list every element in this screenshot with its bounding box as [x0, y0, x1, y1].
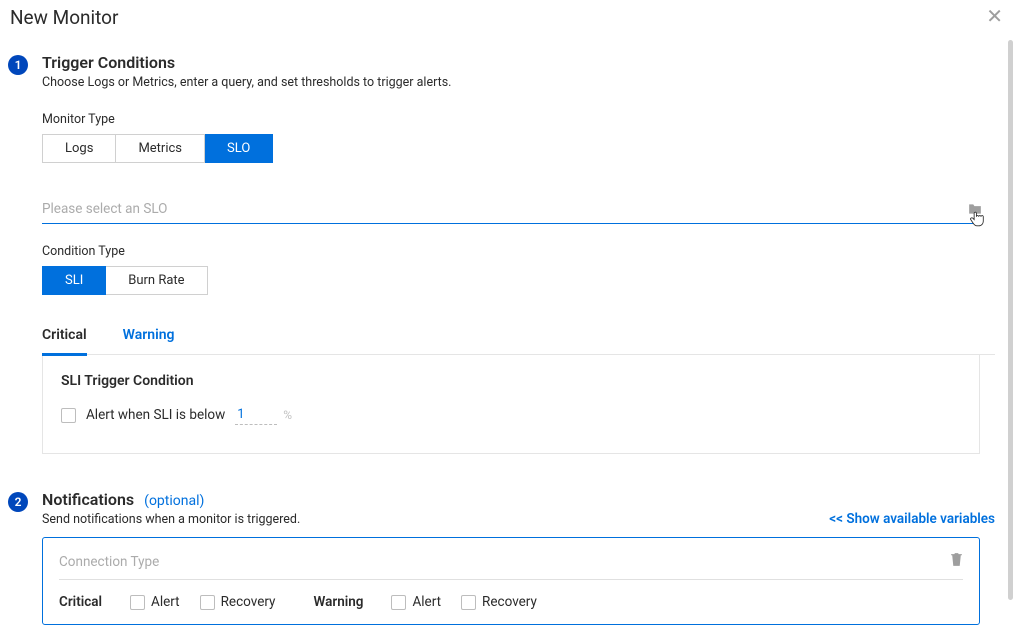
close-icon[interactable]: ✕ [986, 4, 1003, 28]
trash-icon[interactable] [950, 552, 963, 571]
notification-box: Connection Type Critical Alert Recovery … [42, 537, 980, 625]
section-notifications: 2 Notifications (optional) Send notifica… [0, 454, 1015, 625]
severity-tabs: Critical Warning [42, 319, 995, 355]
page-title: New Monitor [10, 6, 1005, 29]
section-title-notifications: Notifications [42, 490, 134, 509]
sli-threshold-input[interactable] [235, 405, 277, 425]
trigger-panel-title: SLI Trigger Condition [61, 373, 961, 389]
connection-type-select[interactable]: Connection Type [59, 548, 963, 580]
scrollbar[interactable] [1008, 40, 1013, 600]
warning-alert-checkbox[interactable] [391, 595, 406, 610]
critical-recovery-checkbox[interactable] [200, 595, 215, 610]
condition-type-label: Condition Type [42, 244, 995, 259]
warning-recovery-label: Recovery [482, 594, 537, 610]
trigger-row: Alert when SLI is below % [61, 405, 961, 425]
slo-select[interactable]: Please select an SLO [42, 201, 982, 224]
critical-alert-checkbox[interactable] [130, 595, 145, 610]
trigger-unit: % [283, 408, 292, 422]
monitor-type-group: Logs Metrics SLO [42, 134, 995, 163]
step-number-1: 1 [8, 55, 28, 75]
sli-alert-checkbox[interactable] [61, 408, 76, 423]
condition-type-group: SLI Burn Rate [42, 266, 995, 295]
show-variables-link[interactable]: << Show available variables [829, 511, 995, 527]
critical-recovery-label: Recovery [221, 594, 276, 610]
trigger-panel: SLI Trigger Condition Alert when SLI is … [42, 355, 980, 454]
section-trigger-conditions: 1 Trigger Conditions Choose Logs or Metr… [0, 39, 1015, 454]
section-desc-notifications: Send notifications when a monitor is tri… [42, 512, 300, 527]
slo-placeholder: Please select an SLO [42, 201, 968, 217]
monitor-type-label: Monitor Type [42, 112, 995, 127]
page-header: New Monitor [0, 0, 1015, 39]
trigger-text: Alert when SLI is below [86, 407, 225, 423]
notification-checkboxes: Critical Alert Recovery Warning Alert [59, 594, 963, 610]
cursor-hand-icon [970, 211, 984, 231]
monitor-type-slo[interactable]: SLO [205, 134, 273, 163]
tab-critical[interactable]: Critical [42, 319, 87, 356]
warning-alert-label: Alert [412, 594, 441, 610]
tab-warning[interactable]: Warning [123, 319, 175, 356]
critical-label: Critical [59, 594, 102, 610]
warning-recovery-checkbox[interactable] [461, 595, 476, 610]
monitor-type-logs[interactable]: Logs [42, 134, 116, 163]
condition-type-sli[interactable]: SLI [42, 266, 106, 295]
condition-type-burn-rate[interactable]: Burn Rate [106, 266, 207, 295]
folder-icon[interactable] [968, 203, 982, 215]
warning-label: Warning [313, 594, 363, 610]
connection-type-placeholder: Connection Type [59, 554, 159, 570]
section-desc-trigger: Choose Logs or Metrics, enter a query, a… [42, 75, 995, 90]
section-title-trigger: Trigger Conditions [42, 53, 995, 72]
step-number-2: 2 [8, 492, 28, 512]
optional-label: (optional) [144, 493, 204, 509]
critical-alert-label: Alert [151, 594, 180, 610]
monitor-type-metrics[interactable]: Metrics [116, 134, 205, 163]
